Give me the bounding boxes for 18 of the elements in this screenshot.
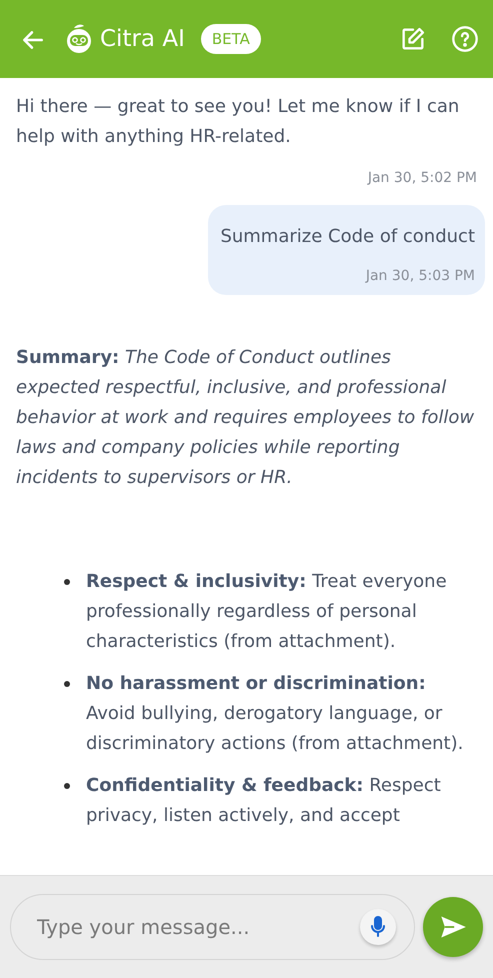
- microphone-button[interactable]: [360, 909, 396, 945]
- bullet-icon: [64, 681, 70, 687]
- help-button[interactable]: [451, 24, 479, 54]
- bullet-text: No harassment or discrimination: Avoid bullying, derogatory language, or discriminatory actions (from attachment).: [86, 672, 464, 756]
- bullet-text: Respect & inclusivity: Treat everyone professionally regardless of personal characteristics (from attachment).: [86, 570, 448, 654]
- message-text: Summary: The Code of Conduct outlines expected respectful, inclusive, and professional behavior at work and requires employees to follow laws and company policies while reporting incidents to supervisors or HR.: [16, 346, 476, 490]
- app-title: Citra AI: [100, 24, 185, 54]
- bullet-text: Confidentiality & feedback: Respect privacy, listen actively, and accept: [86, 774, 442, 828]
- message-time: Jan 30, 5:02 PM: [366, 169, 477, 188]
- microphone-icon: [370, 916, 386, 938]
- message-text: Hi there — great to see you! Let me know if I can help with anything HR-related.: [16, 95, 460, 149]
- bullet-icon: [64, 783, 70, 789]
- beta-badge: BETA: [200, 24, 261, 54]
- message-time: Jan 30, 5:03 PM: [364, 267, 475, 286]
- bullet-icon: [64, 579, 70, 585]
- message-text: Summarize Code of conduct: [220, 225, 475, 249]
- message-field[interactable]: Type your message...: [10, 894, 415, 960]
- send-button[interactable]: [423, 897, 483, 957]
